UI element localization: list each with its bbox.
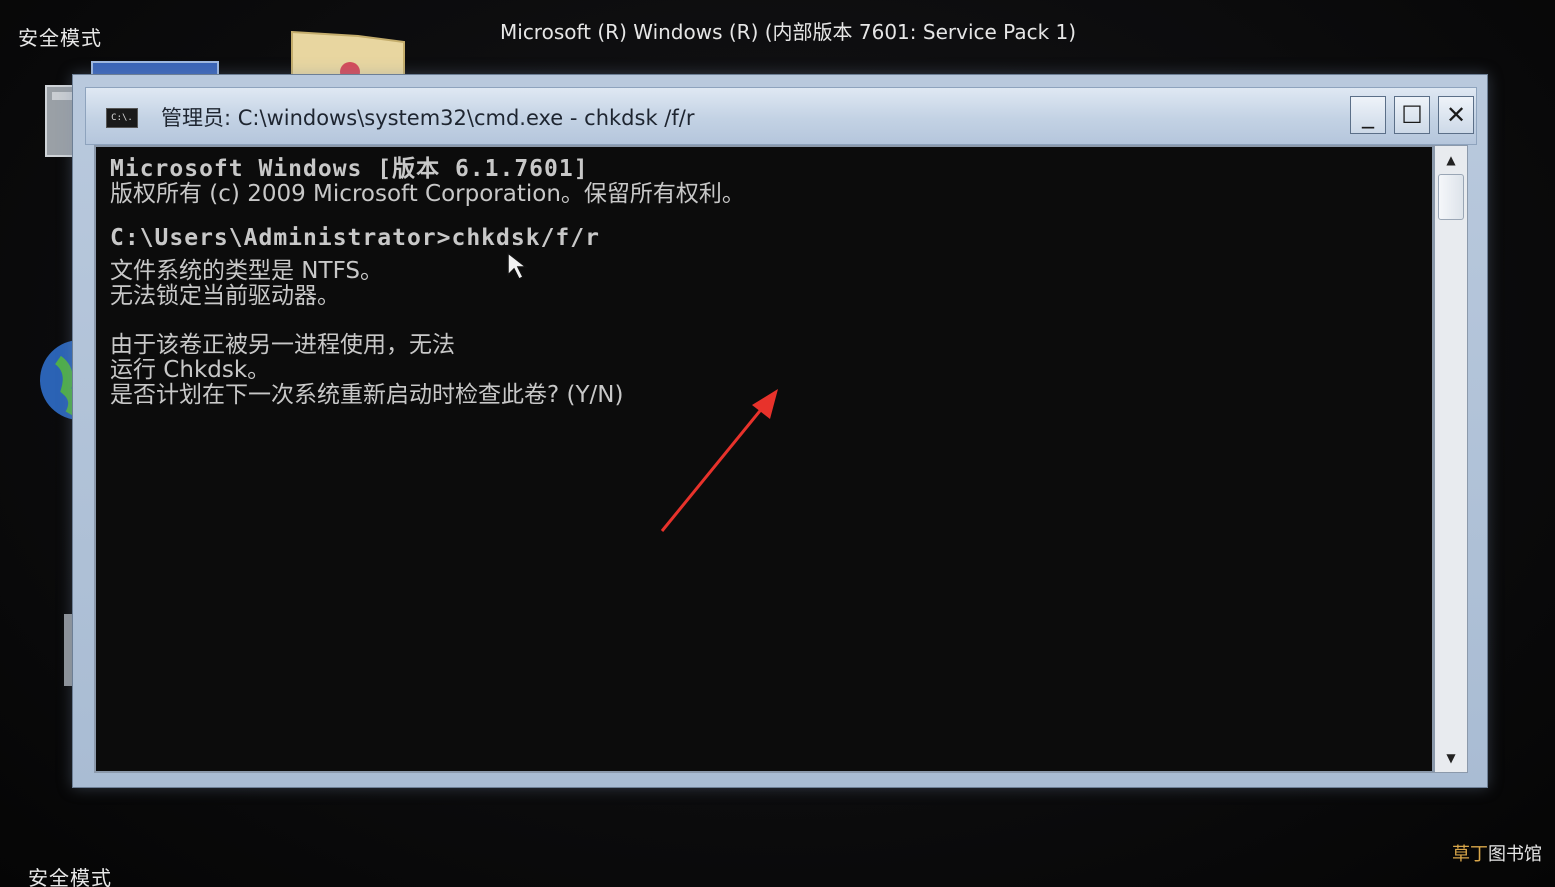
minimize-button[interactable]: _ — [1350, 96, 1386, 134]
watermark-logo: 草丁图书馆 — [1452, 840, 1542, 866]
window-title: 管理员: C:\windows\system32\cmd.exe - chkds… — [161, 106, 695, 130]
scroll-up-arrow-icon[interactable]: ▲ — [1437, 148, 1465, 172]
mouse-pointer-icon — [507, 251, 529, 281]
vertical-scrollbar[interactable]: ▲ ▼ — [1434, 145, 1468, 773]
cmd-window: C:\. 管理员: C:\windows\system32\cmd.exe - … — [72, 74, 1488, 788]
safe-mode-label-top: 安全模式 — [18, 26, 102, 50]
console-line: C:\Users\Administrator>chkdsk/f/r — [110, 225, 600, 251]
desktop: 安全模式 Microsoft (R) Windows (R) (内部版本 760… — [0, 0, 1555, 887]
console-line: 无法锁定当前驱动器。 — [110, 283, 340, 309]
annotation-arrow-icon — [660, 389, 778, 532]
safe-mode-label-bottom: 安全模式 — [28, 866, 112, 887]
watermark-brand-first: 草丁 — [1452, 844, 1488, 865]
watermark-brand-rest: 图书馆 — [1488, 844, 1542, 865]
cmd-app-icon[interactable]: C:\. — [106, 108, 138, 128]
os-version-banner: Microsoft (R) Windows (R) (内部版本 7601: Se… — [500, 20, 1077, 44]
maximize-button[interactable]: ☐ — [1394, 96, 1430, 134]
title-bar[interactable]: C:\. 管理员: C:\windows\system32\cmd.exe - … — [85, 87, 1477, 145]
close-button[interactable]: ✕ — [1438, 96, 1474, 134]
scroll-down-arrow-icon[interactable]: ▼ — [1437, 746, 1465, 770]
console-line: 版权所有 (c) 2009 Microsoft Corporation。保留所有… — [110, 181, 745, 207]
console-output[interactable]: Microsoft Windows [版本 6.1.7601] 版权所有 (c)… — [94, 145, 1434, 773]
console-prompt-line: 是否计划在下一次系统重新启动时检查此卷? (Y/N) — [110, 382, 624, 408]
scroll-thumb[interactable] — [1438, 174, 1464, 220]
